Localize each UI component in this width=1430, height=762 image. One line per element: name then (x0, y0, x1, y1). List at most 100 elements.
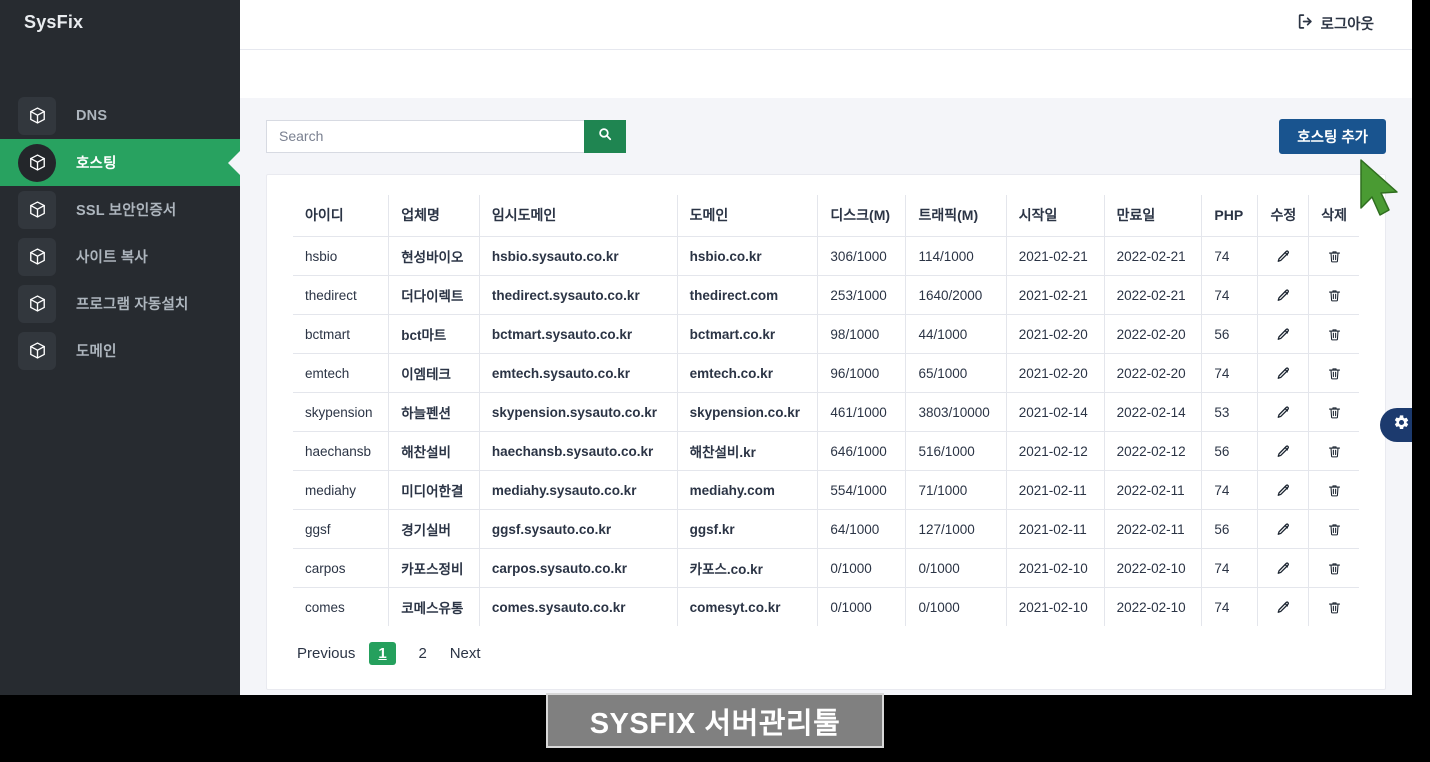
sidebar-item-2[interactable]: 호스팅 (0, 139, 240, 186)
cell-start: 2021-02-21 (1005, 236, 1105, 276)
cell-start: 2021-02-21 (1005, 275, 1105, 315)
cell-temp-domain: emtech.sysauto.co.kr (478, 353, 678, 393)
sidebar: SysFix DNS 호스팅 SSL 보안인증서 사이트 복사 프로그램 자동설치 도메인 (0, 0, 240, 695)
delete-row-button[interactable] (1308, 431, 1359, 471)
table-row: bctmart bct마트 bctmart.sysauto.co.kr bctmart… (293, 314, 1359, 354)
table-header-cell: 디스크(M) (817, 195, 907, 237)
edit-row-button[interactable] (1257, 392, 1310, 432)
table-header-cell: 삭제 (1308, 195, 1359, 237)
cell-temp-domain: skypension.sysauto.co.kr (478, 392, 678, 432)
delete-row-button[interactable] (1308, 392, 1359, 432)
cell-id: carpos (293, 548, 390, 588)
cell-traffic: 0/1000 (905, 548, 1007, 588)
table-header-row: 아이디 업체명 임시도메인 도메인 디스크(M) 트래픽(M) 시작일 만료일 PHP 수정 삭제 (293, 195, 1359, 237)
delete-row-button[interactable] (1308, 587, 1359, 626)
hosting-table-card: 아이디 업체명 임시도메인 도메인 디스크(M) 트래픽(M) 시작일 만료일 PHP 수정 삭제 … (266, 174, 1386, 690)
sidebar-item-label: DNS (76, 107, 108, 124)
cell-company: 하늘펜션 (388, 392, 480, 432)
sidebar-item-label: 호스팅 (76, 156, 117, 172)
delete-row-button[interactable] (1308, 236, 1359, 276)
cell-php: 53 (1201, 392, 1259, 432)
table-header-cell: 시작일 (1005, 195, 1105, 237)
table-row: emtech 이엠테크 emtech.sysauto.co.kr emtech.co.… (293, 353, 1359, 393)
search-button[interactable] (584, 119, 626, 153)
cell-domain: ggsf.kr (676, 509, 819, 549)
cell-traffic: 0/1000 (905, 587, 1007, 626)
cell-traffic: 1640/2000 (905, 275, 1007, 315)
table-row: thedirect 더다이렉트 thedirect.sysauto.co.kr the… (293, 275, 1359, 315)
cell-domain: 해찬설비.kr (676, 431, 819, 471)
edit-row-button[interactable] (1257, 353, 1310, 393)
topbar: 로그아웃 (240, 0, 1412, 50)
sidebar-nav: DNS 호스팅 SSL 보안인증서 사이트 복사 프로그램 자동설치 도메인 (0, 92, 240, 374)
cell-company: 이엠테크 (388, 353, 480, 393)
edit-row-button[interactable] (1257, 236, 1310, 276)
pencil-icon (1270, 288, 1296, 303)
cell-company: 경기실버 (388, 509, 480, 549)
cell-domain: bctmart.co.kr (676, 314, 819, 354)
table-row: carpos 카포스정비 carpos.sysauto.co.kr 카포스.co.kr… (293, 548, 1359, 588)
cell-temp-domain: comes.sysauto.co.kr (478, 587, 678, 626)
logout-button[interactable]: 로그아웃 (1297, 13, 1374, 34)
edit-row-button[interactable] (1257, 431, 1310, 471)
edit-row-button[interactable] (1257, 470, 1310, 510)
cell-domain: emtech.co.kr (676, 353, 819, 393)
delete-row-button[interactable] (1308, 275, 1359, 315)
pencil-icon (1270, 444, 1296, 459)
sidebar-item-6[interactable]: 도메인 (0, 327, 240, 374)
cell-id: skypension (293, 392, 390, 432)
cell-php: 74 (1201, 548, 1259, 588)
delete-row-button[interactable] (1308, 314, 1359, 354)
trash-icon (1321, 327, 1347, 342)
trash-icon (1321, 405, 1347, 420)
edit-row-button[interactable] (1257, 587, 1310, 626)
hosting-table: 아이디 업체명 임시도메인 도메인 디스크(M) 트래픽(M) 시작일 만료일 PHP 수정 삭제 … (293, 195, 1359, 626)
table-row: skypension 하늘펜션 skypension.sysauto.co.kr sk… (293, 392, 1359, 432)
table-row: haechansb 해찬설비 haechansb.sysauto.co.kr 해찬설비… (293, 431, 1359, 471)
screen: SysFix DNS 호스팅 SSL 보안인증서 사이트 복사 프로그램 자동설치 도메인… (0, 0, 1430, 762)
cell-start: 2021-02-11 (1005, 509, 1105, 549)
edit-row-button[interactable] (1257, 275, 1310, 315)
caption-text: SYSFIX 서버관리툴 (589, 707, 841, 740)
cell-expire: 2022-02-11 (1103, 509, 1203, 549)
trash-icon (1321, 444, 1347, 459)
trash-icon (1321, 483, 1347, 498)
cell-start: 2021-02-14 (1005, 392, 1105, 432)
cell-disk: 96/1000 (817, 353, 907, 393)
delete-row-button[interactable] (1308, 548, 1359, 588)
search-input[interactable] (266, 119, 584, 153)
sidebar-item-5[interactable]: 프로그램 자동설치 (0, 280, 240, 327)
cell-disk: 306/1000 (817, 236, 907, 276)
cell-php: 56 (1201, 431, 1259, 471)
cell-php: 74 (1201, 470, 1259, 510)
cube-icon (18, 331, 56, 370)
sidebar-item-4[interactable]: 사이트 복사 (0, 233, 240, 280)
sidebar-item-3[interactable]: SSL 보안인증서 (0, 186, 240, 233)
cell-disk: 646/1000 (817, 431, 907, 471)
cube-icon (18, 96, 56, 135)
cell-temp-domain: hsbio.sysauto.co.kr (478, 236, 678, 276)
edit-row-button[interactable] (1257, 509, 1310, 549)
delete-row-button[interactable] (1308, 470, 1359, 510)
pagination-next[interactable]: Next (450, 645, 481, 662)
edit-row-button[interactable] (1257, 314, 1310, 354)
table-row: ggsf 경기실버 ggsf.sysauto.co.kr ggsf.kr 64/1000… (293, 509, 1359, 549)
edit-row-button[interactable] (1257, 548, 1310, 588)
add-hosting-button[interactable]: 호스팅 추가 (1279, 119, 1386, 154)
cell-id: bctmart (293, 314, 390, 354)
pagination-page-2[interactable]: 2 (410, 645, 436, 662)
cell-expire: 2022-02-12 (1103, 431, 1203, 471)
subbar (240, 50, 1412, 98)
cell-domain: thedirect.com (676, 275, 819, 315)
pagination-previous[interactable]: Previous (297, 645, 355, 662)
delete-row-button[interactable] (1308, 353, 1359, 393)
cell-php: 74 (1201, 236, 1259, 276)
cell-expire: 2022-02-14 (1103, 392, 1203, 432)
cell-temp-domain: mediahy.sysauto.co.kr (478, 470, 678, 510)
cell-company: 카포스정비 (388, 548, 480, 588)
delete-row-button[interactable] (1308, 509, 1359, 549)
pagination-page-1[interactable]: 1 (369, 642, 396, 665)
trash-icon (1321, 288, 1347, 303)
settings-tab-button[interactable] (1380, 408, 1412, 442)
sidebar-item-1[interactable]: DNS (0, 92, 240, 139)
